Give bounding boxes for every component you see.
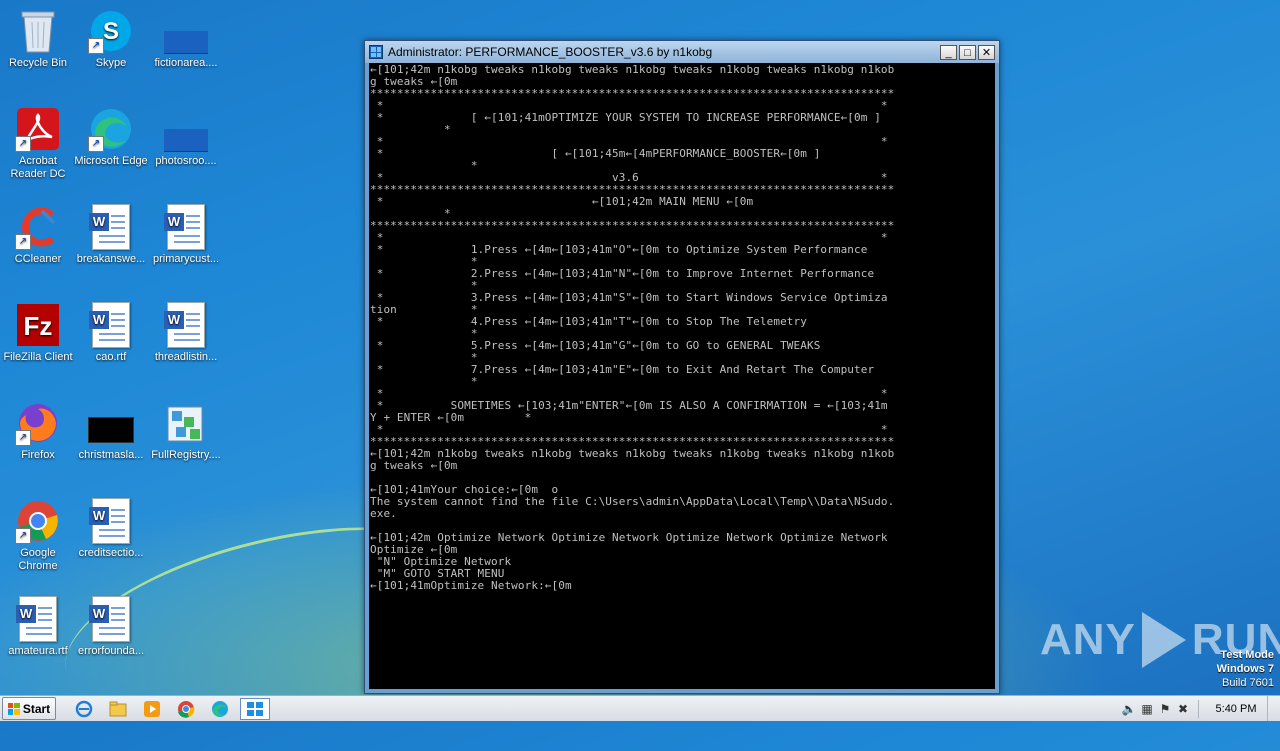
desktop-icon-photosroo[interactable]: photosroo.... [148, 106, 224, 168]
taskbar-explorer-icon[interactable] [106, 699, 130, 719]
taskbar-media-player-icon[interactable] [140, 699, 164, 719]
desktop-icon-chrome[interactable]: ↗ Google Chrome [0, 498, 76, 573]
word-doc-icon: W [88, 204, 134, 250]
blank-file-icon [163, 8, 209, 54]
desktop-icon-christmasla[interactable]: christmasla... [73, 400, 149, 462]
show-desktop-button[interactable] [1267, 696, 1280, 721]
maximize-button[interactable]: □ [959, 44, 976, 60]
desktop-icon-ccleaner[interactable]: ↗ CCleaner [0, 204, 76, 266]
registry-icon [163, 400, 209, 446]
desktop-icon-breakanswe[interactable]: W breakanswe... [73, 204, 149, 266]
desktop-icon-amateura[interactable]: W amateura.rtf [0, 596, 76, 658]
skype-icon: S ↗ [88, 8, 134, 54]
console-output[interactable]: ←[101;42m n1kobg tweaks n1kobg tweaks n1… [369, 63, 995, 689]
word-doc-icon: W [88, 596, 134, 642]
desktop-icon-fictionarea[interactable]: fictionarea.... [148, 8, 224, 70]
window-title: Administrator: PERFORMANCE_BOOSTER_v3.6 … [388, 45, 713, 59]
desktop-icon-edge[interactable]: ↗ Microsoft Edge [73, 106, 149, 168]
watermark-left: ANY [1040, 615, 1136, 664]
console-text: ←[101;42m n1kobg tweaks n1kobg tweaks n1… [370, 63, 895, 592]
desktop-icon-firefox[interactable]: ↗ Firefox [0, 400, 76, 462]
icon-label: threadlistin... [154, 351, 218, 363]
icon-label: fictionarea.... [154, 57, 218, 69]
icon-label: christmasla... [78, 449, 144, 461]
chrome-icon: ↗ [15, 498, 61, 544]
console-app-icon [369, 45, 383, 59]
desktop-icon-errorfounda[interactable]: W errorfounda... [73, 596, 149, 658]
word-doc-icon: W [163, 204, 209, 250]
edge-icon: ↗ [88, 106, 134, 152]
word-doc-icon: W [88, 498, 134, 544]
desktop-icon-recycle-bin[interactable]: Recycle Bin [0, 8, 76, 70]
start-button[interactable]: Start [2, 697, 56, 720]
icon-label: Acrobat Reader DC [10, 155, 66, 180]
icon-label: errorfounda... [77, 645, 145, 657]
desktop-icon-acrobat[interactable]: ↗ Acrobat Reader DC [0, 106, 76, 181]
close-button[interactable]: ✕ [978, 44, 995, 60]
start-label: Start [22, 701, 51, 716]
icon-label: photosroo.... [155, 155, 217, 167]
recycle-bin-icon [15, 8, 61, 54]
icon-label: creditsectio... [78, 547, 144, 559]
icon-label: CCleaner [14, 253, 62, 265]
flag-icon[interactable]: ⚑ [1156, 702, 1174, 716]
icon-label: primarycust... [152, 253, 219, 265]
filezilla-icon: Fz [15, 302, 61, 348]
acrobat-icon: ↗ [15, 106, 61, 152]
system-tray: 🔈 ▦ ⚑ ✖ 5:40 PM [1120, 696, 1280, 721]
windows-logo-icon [7, 702, 20, 715]
icon-label: cao.rtf [95, 351, 127, 363]
test-mode-line1: Test Mode [1220, 649, 1274, 661]
svg-text:Fz: Fz [24, 311, 53, 341]
icon-label: Google Chrome [18, 547, 58, 572]
speaker-icon[interactable]: 🔈 [1120, 702, 1138, 716]
test-mode-line3: Build 7601 [1222, 677, 1274, 689]
icon-label: Recycle Bin [8, 57, 68, 69]
desktop-icon-skype[interactable]: S ↗ Skype [73, 8, 149, 70]
minimize-button[interactable]: _ [940, 44, 957, 60]
desktop-icon-threadlistin[interactable]: W threadlistin... [148, 302, 224, 364]
test-mode-line2: Windows 7 [1216, 663, 1274, 675]
desktop-icon-fullregistry[interactable]: FullRegistry.... [148, 400, 224, 462]
test-mode-notice: Test Mode Windows 7 Build 7601 [1217, 648, 1274, 690]
taskbar: Start 🔈 ▦ ⚑ ✖ 5:40 PM [0, 695, 1280, 721]
desktop-icon-filezilla[interactable]: Fz FileZilla Client [0, 302, 76, 364]
tray-separator [1198, 699, 1199, 718]
black-image-icon [88, 400, 134, 446]
taskbar-chrome-icon[interactable] [174, 699, 198, 719]
icon-label: FileZilla Client [3, 351, 73, 363]
icon-label: FullRegistry.... [151, 449, 221, 461]
icon-label: Firefox [21, 449, 55, 461]
icon-label: breakanswe... [76, 253, 146, 265]
taskbar-console-icon[interactable] [240, 697, 270, 720]
clock[interactable]: 5:40 PM [1205, 703, 1267, 715]
icon-label: Microsoft Edge [74, 155, 148, 167]
word-doc-icon: W [163, 302, 209, 348]
desktop-icon-creditsectio[interactable]: W creditsectio... [73, 498, 149, 560]
firefox-icon: ↗ [15, 400, 61, 446]
network-icon[interactable]: ▦ [1138, 702, 1156, 716]
taskbar-ie-icon[interactable] [72, 699, 96, 719]
play-logo-icon [1141, 612, 1186, 668]
security-icon[interactable]: ✖ [1174, 702, 1192, 716]
console-window[interactable]: Administrator: PERFORMANCE_BOOSTER_v3.6 … [364, 40, 1000, 694]
word-doc-icon: W [88, 302, 134, 348]
svg-text:S: S [103, 18, 119, 45]
taskbar-edge-icon[interactable] [208, 699, 232, 719]
blank-file-icon [163, 106, 209, 152]
desktop-icon-primarycust[interactable]: W primarycust... [148, 204, 224, 266]
word-doc-icon: W [15, 596, 61, 642]
ccleaner-icon: ↗ [15, 204, 61, 250]
window-titlebar[interactable]: Administrator: PERFORMANCE_BOOSTER_v3.6 … [365, 41, 999, 63]
icon-label: amateura.rtf [8, 645, 68, 657]
desktop-icon-cao[interactable]: W cao.rtf [73, 302, 149, 364]
icon-label: Skype [95, 57, 127, 69]
